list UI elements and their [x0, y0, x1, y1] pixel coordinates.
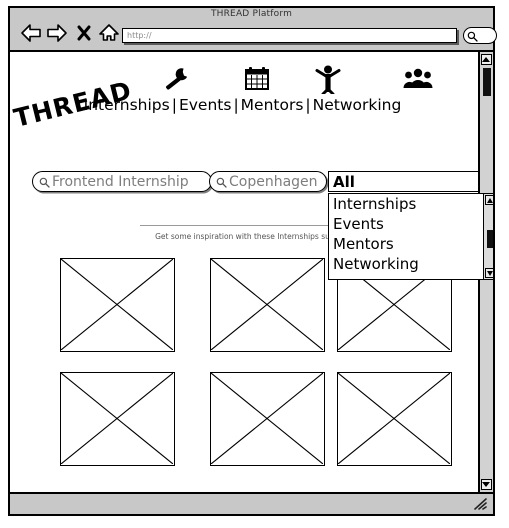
scroll-up-arrow-icon[interactable]: [481, 54, 492, 65]
person-icon[interactable]: [313, 64, 343, 94]
category-selected-value: All: [333, 173, 355, 191]
main-navigation: Internships | Events | Mentors | Networking: [10, 96, 475, 114]
search-location-value: Copenhagen: [229, 174, 318, 190]
image-placeholder-1[interactable]: [60, 258, 175, 352]
dropdown-option-networking[interactable]: Networking: [329, 254, 485, 274]
wrench-icon[interactable]: [162, 64, 192, 94]
browser-nav-buttons: [20, 23, 120, 45]
page-content: THREAD Internships | Events | Mentors | …: [10, 52, 493, 492]
status-bar: [10, 492, 493, 514]
nav-item-events[interactable]: Events: [179, 96, 231, 114]
browser-window: THREAD Platform http:// THREAD Internshi…: [8, 6, 497, 516]
dropdown-option-events[interactable]: Events: [329, 214, 485, 234]
category-dropdown-list[interactable]: Internships Events Mentors Networking: [328, 193, 493, 280]
image-placeholder-6[interactable]: [337, 372, 452, 466]
dropdown-options: Internships Events Mentors Networking: [329, 194, 485, 279]
nav-item-mentors[interactable]: Mentors: [241, 96, 304, 114]
scroll-up-arrow-icon[interactable]: [485, 195, 493, 205]
nav-item-internships[interactable]: Internships: [84, 96, 170, 114]
image-placeholder-2[interactable]: [210, 258, 325, 352]
browser-chrome: THREAD Platform http://: [10, 8, 497, 52]
dropdown-scrollbar[interactable]: [483, 194, 493, 279]
nav-item-networking[interactable]: Networking: [313, 96, 402, 114]
calendar-icon[interactable]: [242, 64, 272, 94]
dropdown-option-mentors[interactable]: Mentors: [329, 234, 485, 254]
search-icon: [216, 177, 227, 188]
browser-search-box[interactable]: [463, 27, 497, 44]
search-role-value: Frontend Internship: [52, 174, 189, 190]
page-scroll-thumb[interactable]: [483, 68, 491, 96]
url-input[interactable]: http://: [122, 28, 457, 43]
image-placeholder-4[interactable]: [60, 372, 175, 466]
url-value: http://: [127, 31, 152, 40]
search-location-input[interactable]: Copenhagen: [209, 171, 327, 192]
home-icon[interactable]: [98, 23, 120, 43]
dropdown-scroll-thumb[interactable]: [487, 230, 493, 248]
search-icon: [467, 31, 478, 42]
nav-icon-row: [10, 64, 470, 96]
window-title: THREAD Platform: [210, 9, 293, 19]
search-icon: [39, 177, 50, 188]
forward-arrow-icon[interactable]: [46, 23, 68, 43]
nav-separator-2: |: [233, 96, 239, 114]
back-arrow-icon[interactable]: [20, 23, 42, 43]
scroll-down-arrow-icon[interactable]: [481, 479, 492, 490]
resize-grip-icon[interactable]: [474, 498, 488, 511]
dropdown-option-internships[interactable]: Internships: [329, 194, 485, 214]
section-divider: [140, 225, 350, 226]
image-placeholder-5[interactable]: [210, 372, 325, 466]
scroll-down-arrow-icon[interactable]: [485, 268, 493, 278]
category-select[interactable]: All: [328, 171, 493, 192]
nav-separator-3: |: [305, 96, 311, 114]
nav-separator-1: |: [171, 96, 177, 114]
search-role-input[interactable]: Frontend Internship: [32, 171, 212, 192]
group-people-icon[interactable]: [402, 64, 434, 94]
close-x-icon[interactable]: [76, 23, 92, 43]
